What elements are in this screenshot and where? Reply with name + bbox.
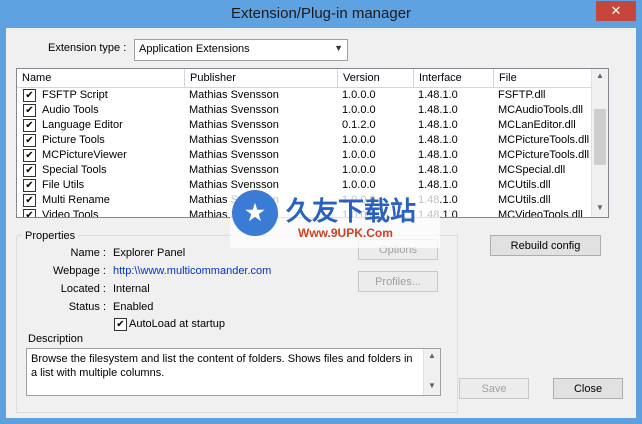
cell-file: MCAudioTools.dll: [498, 104, 583, 116]
description-title: Description: [28, 333, 84, 345]
cell-version: 1.0.0.0: [342, 134, 376, 146]
cell-name: Language Editor: [42, 119, 123, 131]
close-icon: ✕: [610, 3, 622, 18]
cell-version: 1.0.0.0: [342, 164, 376, 176]
cell-version: 0.1.2.0: [342, 119, 376, 131]
extension-type-select[interactable]: Application Extensions ▼: [134, 39, 348, 61]
properties-title: Properties: [22, 230, 79, 242]
cell-file: MCSpecial.dll: [498, 164, 566, 176]
row-checkbox[interactable]: ✔: [23, 134, 36, 147]
name-value: Explorer Panel: [113, 247, 186, 259]
cell-publisher: Mathias Svensson: [189, 134, 279, 146]
scroll-down-icon[interactable]: ▼: [592, 203, 608, 212]
cell-name: Audio Tools: [42, 104, 99, 116]
window-close-button[interactable]: ✕: [596, 1, 636, 21]
cell-name: FSFTP Script: [42, 89, 108, 101]
row-checkbox[interactable]: ✔: [23, 179, 36, 192]
watermark-logo-icon: ★: [232, 190, 278, 236]
watermark-overlay: ★ 久友下载站 Www.9UPK.Com: [230, 188, 440, 248]
cell-publisher: Mathias Svensson: [189, 149, 279, 161]
table-row[interactable]: ✔ Special Tools Mathias Svensson 1.0.0.0 1.4…: [17, 163, 595, 178]
extension-type-value: Application Extensions: [139, 43, 250, 55]
list-header: Name Publisher Version Interface File: [17, 69, 595, 88]
row-checkbox[interactable]: ✔: [23, 149, 36, 162]
cell-name: File Utils: [42, 179, 85, 191]
cell-interface: 1.48.1.0: [418, 119, 458, 131]
column-header-file[interactable]: File: [494, 69, 595, 87]
cell-name: Multi Rename: [42, 194, 110, 206]
status-value: Enabled: [113, 301, 154, 313]
scroll-down-icon[interactable]: ▼: [424, 381, 440, 390]
checkmark-icon: ✔: [116, 319, 125, 330]
table-row[interactable]: ✔ Language Editor Mathias Svensson 0.1.2.0 1…: [17, 118, 595, 133]
table-row[interactable]: ✔ FSFTP Script Mathias Svensson 1.0.0.0 1.48…: [17, 88, 595, 103]
column-header-publisher[interactable]: Publisher: [185, 69, 338, 87]
description-scrollbar[interactable]: ▲ ▼: [423, 349, 440, 395]
cell-interface: 1.48.1.0: [418, 164, 458, 176]
cell-file: MCPictureTools.dll: [498, 134, 590, 146]
located-value: Internal: [113, 283, 150, 295]
cell-interface: 1.48.1.0: [418, 104, 458, 116]
column-header-version[interactable]: Version: [338, 69, 414, 87]
cell-name: Picture Tools: [42, 134, 105, 146]
dialog-window: Extension/Plug-in manager ✕ Extension ty…: [0, 0, 642, 424]
table-row[interactable]: ✔ Picture Tools Mathias Svensson 1.0.0.0 1.4…: [17, 133, 595, 148]
cell-publisher: Mathias Svensson: [189, 164, 279, 176]
autoload-label: AutoLoad at startup: [129, 318, 226, 330]
table-row[interactable]: ✔ MCPictureViewer Mathias Svensson 1.0.0.0 1…: [17, 148, 595, 163]
cell-file: FSFTP.dll: [498, 89, 546, 101]
cell-publisher: Mathias Svensson: [189, 104, 279, 116]
scroll-up-icon[interactable]: ▲: [424, 351, 440, 360]
cell-file: MCLanEditor.dll: [498, 119, 576, 131]
located-label: Located :: [60, 283, 106, 295]
cell-file: MCUtils.dll: [498, 194, 551, 206]
description-box[interactable]: Browse the filesystem and list the conte…: [26, 348, 441, 396]
window-title: Extension/Plug-in manager: [230, 5, 412, 22]
watermark-text: 久友下载站: [286, 197, 417, 227]
cell-version: 1.0.0.0: [342, 89, 376, 101]
row-checkbox[interactable]: ✔: [23, 104, 36, 117]
extension-type-label: Extension type :: [48, 42, 127, 54]
save-button[interactable]: Save: [459, 378, 529, 399]
profiles-button[interactable]: Profiles...: [358, 271, 438, 292]
cell-version: 1.0.0.0: [342, 149, 376, 161]
description-text: Browse the filesystem and list the conte…: [31, 353, 413, 379]
row-checkbox[interactable]: ✔: [23, 164, 36, 177]
row-checkbox[interactable]: ✔: [23, 209, 36, 217]
scroll-thumb[interactable]: [594, 109, 606, 165]
close-button[interactable]: Close: [553, 378, 623, 399]
cell-file: MCUtils.dll: [498, 179, 551, 191]
name-label: Name :: [70, 247, 106, 259]
rebuild-config-button[interactable]: Rebuild config: [490, 235, 601, 256]
cell-name: Video Tools: [42, 209, 99, 218]
cell-publisher: Mathias Svensson: [189, 119, 279, 131]
webpage-link[interactable]: http:\\www.multicommander.com: [113, 265, 271, 277]
watermark-url: Www.9UPK.Com: [298, 226, 393, 240]
column-header-name[interactable]: Name: [17, 69, 185, 87]
cell-version: 1.0.0.0: [342, 104, 376, 116]
row-checkbox[interactable]: ✔: [23, 194, 36, 207]
row-checkbox[interactable]: ✔: [23, 119, 36, 132]
status-label: Status :: [68, 301, 106, 313]
cell-file: MCPictureTools.dll: [498, 149, 590, 161]
cell-name: Special Tools: [42, 164, 107, 176]
cell-name: MCPictureViewer: [42, 149, 127, 161]
cell-publisher: Mathias Svensson: [189, 89, 279, 101]
row-checkbox[interactable]: ✔: [23, 89, 36, 102]
chevron-down-icon: ▼: [334, 43, 343, 53]
webpage-label: Webpage :: [52, 265, 106, 277]
cell-interface: 1.48.1.0: [418, 89, 458, 101]
cell-file: MCVideoTools.dll: [498, 209, 583, 218]
table-row[interactable]: ✔ Audio Tools Mathias Svensson 1.0.0.0 1.48.…: [17, 103, 595, 118]
list-scrollbar[interactable]: ▲ ▼: [591, 69, 608, 217]
scroll-up-icon[interactable]: ▲: [592, 71, 608, 80]
cell-interface: 1.48.1.0: [418, 134, 458, 146]
cell-interface: 1.48.1.0: [418, 149, 458, 161]
column-header-interface[interactable]: Interface: [414, 69, 494, 87]
title-bar[interactable]: Extension/Plug-in manager ✕: [0, 0, 642, 28]
autoload-checkbox[interactable]: ✔: [114, 318, 127, 331]
